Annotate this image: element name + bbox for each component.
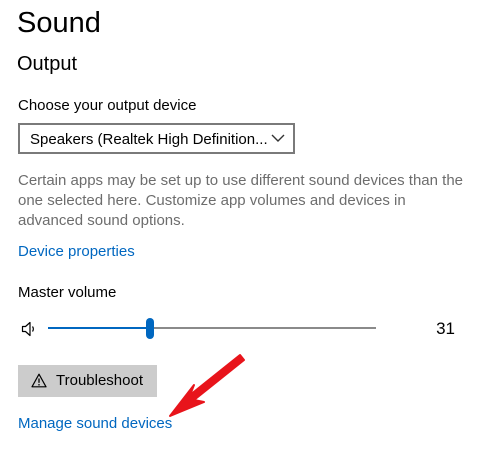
volume-value: 31 bbox=[436, 319, 455, 338]
output-description: Certain apps may be set up to use differ… bbox=[18, 172, 464, 229]
slider-thumb[interactable] bbox=[146, 318, 154, 339]
chevron-down-icon bbox=[271, 134, 285, 142]
speaker-icon[interactable] bbox=[21, 320, 37, 338]
output-device-label: Choose your output device bbox=[18, 97, 197, 114]
slider-fill bbox=[48, 327, 150, 329]
sound-settings-page: Sound Output Choose your output device S… bbox=[0, 0, 481, 461]
annotation-arrow bbox=[169, 354, 245, 417]
device-properties-link[interactable]: Device properties bbox=[18, 242, 135, 262]
page-title: Sound bbox=[17, 7, 101, 39]
troubleshoot-button[interactable]: Troubleshoot bbox=[18, 365, 157, 397]
output-device-dropdown[interactable]: Speakers (Realtek High Definition... bbox=[18, 123, 295, 154]
warning-icon bbox=[31, 373, 47, 388]
master-volume-slider[interactable] bbox=[48, 318, 376, 340]
output-section-title: Output bbox=[17, 53, 78, 75]
output-device-selected: Speakers (Realtek High Definition... bbox=[30, 131, 268, 148]
troubleshoot-label: Troubleshoot bbox=[56, 372, 143, 389]
manage-sound-devices-link[interactable]: Manage sound devices bbox=[18, 414, 172, 434]
master-volume-label: Master volume bbox=[18, 284, 117, 301]
